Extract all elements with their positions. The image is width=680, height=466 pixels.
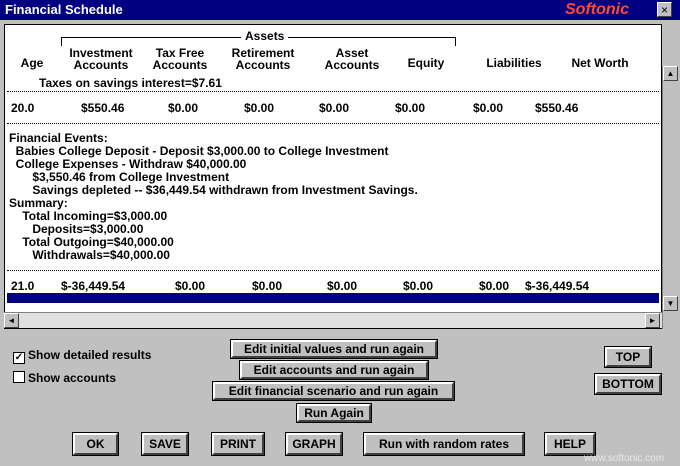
- col-investment-accounts: Investment Accounts: [69, 46, 133, 72]
- show-detailed-checkbox[interactable]: ✓ Show detailed results: [13, 348, 151, 364]
- divider: [7, 91, 659, 92]
- events-line: Total Outgoing=$40,000.00: [9, 235, 174, 249]
- watermark: www.softonic.com: [584, 453, 665, 464]
- cell-tax-free: $0.00: [168, 101, 199, 115]
- cell-investment: $-36,449.54: [61, 279, 126, 293]
- show-detailed-label: Show detailed results: [28, 348, 152, 362]
- run-random-rates-button[interactable]: Run with random rates: [363, 432, 525, 456]
- cell-tax-free: $0.00: [175, 279, 206, 293]
- show-accounts-checkbox[interactable]: Show accounts: [13, 371, 116, 385]
- scroll-down-icon[interactable]: ▼: [663, 296, 678, 311]
- cell-equity: $0.00: [395, 101, 426, 115]
- cell-equity: $0.00: [403, 279, 434, 293]
- events-line: Summary:: [9, 196, 68, 210]
- selected-row-highlight: [7, 293, 659, 303]
- show-accounts-label: Show accounts: [28, 371, 117, 385]
- events-line: Savings depleted -- $36,449.54 withdrawn…: [9, 183, 418, 197]
- events-line: Financial Events:: [9, 131, 108, 145]
- events-line: Deposits=$3,000.00: [9, 222, 144, 236]
- cell-asset: $0.00: [319, 101, 350, 115]
- help-button[interactable]: HELP: [544, 432, 596, 456]
- bottom-button[interactable]: BOTTOM: [594, 373, 662, 395]
- col-liabilities: Liabilities: [486, 56, 542, 70]
- col-retirement-accounts: Retirement Accounts: [231, 46, 295, 72]
- col-asset-accounts: Asset Accounts: [324, 46, 380, 72]
- col-age: Age: [20, 56, 44, 70]
- edit-initial-values-button[interactable]: Edit initial values and run again: [230, 339, 438, 359]
- close-icon[interactable]: ×: [657, 2, 672, 17]
- cell-asset: $0.00: [327, 279, 358, 293]
- graph-button[interactable]: GRAPH: [285, 432, 343, 456]
- window-title: Financial Schedule: [5, 2, 123, 17]
- top-note: Taxes on savings interest=$7.61: [39, 76, 222, 90]
- cell-age: 21.0: [11, 279, 35, 293]
- cell-investment: $550.46: [81, 101, 125, 115]
- vertical-scrollbar[interactable]: ▲ ▼: [662, 66, 678, 329]
- save-button[interactable]: SAVE: [141, 432, 189, 456]
- run-again-button[interactable]: Run Again: [296, 403, 372, 423]
- events-line: Babies College Deposit - Deposit $3,000.…: [9, 144, 389, 158]
- edit-scenario-button[interactable]: Edit financial scenario and run again: [212, 381, 455, 401]
- divider: [7, 270, 659, 271]
- cell-liabilities: $0.00: [479, 279, 510, 293]
- scroll-up-icon[interactable]: ▲: [663, 66, 678, 81]
- scroll-right-icon[interactable]: ►: [645, 313, 660, 328]
- print-button[interactable]: PRINT: [211, 432, 265, 456]
- assets-group-header: Assets: [241, 29, 289, 43]
- horizontal-scrollbar[interactable]: ◄ ►: [4, 312, 662, 328]
- col-net-worth: Net Worth: [571, 56, 629, 70]
- edit-accounts-button[interactable]: Edit accounts and run again: [239, 360, 429, 380]
- checkmark-icon[interactable]: ✓: [13, 352, 25, 364]
- events-line: Total Incoming=$3,000.00: [9, 209, 168, 223]
- scroll-left-icon[interactable]: ◄: [4, 313, 19, 328]
- top-button[interactable]: TOP: [604, 346, 652, 368]
- events-line: $3,550.46 from College Investment: [9, 170, 230, 184]
- events-line: College Expenses - Withdraw $40,000.00: [9, 157, 247, 171]
- cell-age: 20.0: [11, 101, 35, 115]
- col-tax-free-accounts: Tax Free Accounts: [152, 46, 208, 72]
- col-equity: Equity: [407, 56, 445, 70]
- cell-net-worth: $-36,449.54: [525, 279, 590, 293]
- ok-button[interactable]: OK: [72, 432, 119, 456]
- cell-retirement: $0.00: [244, 101, 275, 115]
- cell-net-worth: $550.46: [535, 101, 579, 115]
- checkbox-icon[interactable]: [13, 371, 25, 383]
- brand-logo: Softonic: [565, 1, 629, 18]
- cell-liabilities: $0.00: [473, 101, 504, 115]
- cell-retirement: $0.00: [252, 279, 283, 293]
- title-bar: Financial Schedule Softonic ×: [0, 0, 680, 20]
- schedule-panel: Assets Age Investment Accounts Tax Free …: [4, 24, 662, 329]
- events-line: Withdrawals=$40,000.00: [9, 248, 170, 262]
- divider: [7, 123, 659, 124]
